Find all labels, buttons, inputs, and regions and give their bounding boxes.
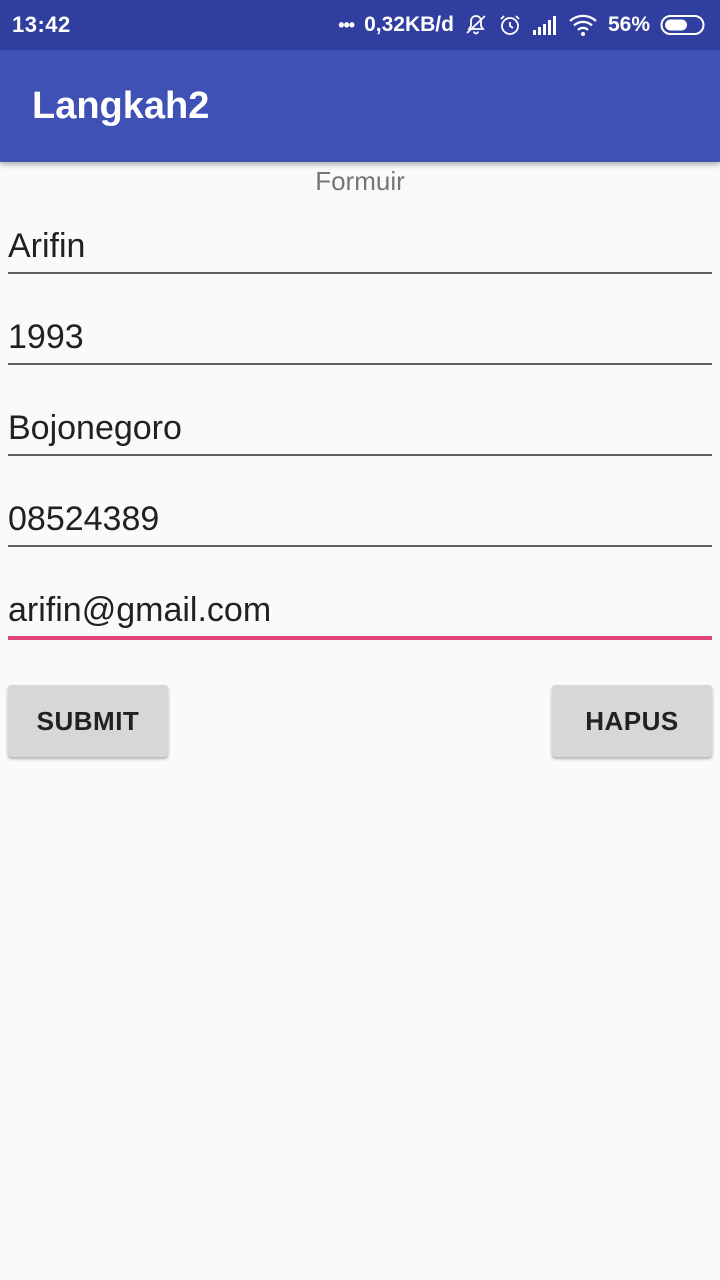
city-field[interactable]: [8, 386, 712, 456]
battery-icon: [660, 13, 708, 37]
birth-year-input[interactable]: [8, 318, 712, 357]
birth-year-field[interactable]: [8, 295, 712, 365]
app-bar: Langkah2: [0, 50, 720, 162]
phone-field[interactable]: [8, 477, 712, 547]
submit-button[interactable]: SUBMIT: [8, 685, 168, 757]
email-input[interactable]: [8, 591, 712, 630]
overflow-dots-icon: •••: [338, 14, 355, 35]
network-speed: 0,32KB/d: [364, 13, 454, 36]
name-input[interactable]: [8, 227, 712, 266]
signal-icon: [532, 14, 558, 36]
status-bar: 13:42 ••• 0,32KB/d 56%: [0, 0, 720, 50]
status-icons: ••• 0,32KB/d 56%: [338, 13, 708, 37]
email-field[interactable]: [8, 570, 712, 640]
app-title: Langkah2: [32, 84, 210, 127]
wifi-icon: [568, 13, 598, 37]
alarm-icon: [498, 13, 522, 37]
form-title: Formuir: [315, 166, 405, 196]
hapus-button[interactable]: HAPUS: [552, 685, 712, 757]
notifications-off-icon: [464, 13, 488, 37]
city-input[interactable]: [8, 409, 712, 448]
status-time: 13:42: [12, 12, 71, 37]
phone-input[interactable]: [8, 500, 712, 539]
battery-percent: 56%: [607, 13, 650, 36]
name-field[interactable]: [8, 204, 712, 274]
